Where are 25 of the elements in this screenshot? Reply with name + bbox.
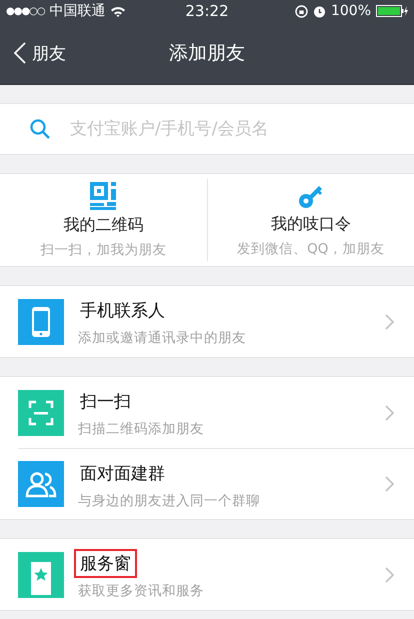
back-button[interactable]: 朋友 xyxy=(0,33,80,73)
search-field[interactable]: 支付宝账户/手机号/会员名 xyxy=(0,103,414,155)
alarm-icon xyxy=(312,4,326,18)
clock: 23:22 xyxy=(185,2,229,20)
signal-strength: ●●●○○ xyxy=(6,6,45,16)
chevron-icon xyxy=(385,314,394,330)
battery-percent: 100% xyxy=(330,3,372,19)
search-input[interactable]: 支付宝账户/手机号/会员名 xyxy=(70,119,388,139)
search-icon xyxy=(30,119,50,139)
carrier-name: 中国联通 xyxy=(50,2,106,20)
menu-item[interactable]: 扫一扫 扫描二维码添加朋友 xyxy=(0,377,414,448)
chevron-icon xyxy=(385,404,394,420)
rotation-lock-icon xyxy=(294,4,308,18)
page-title: 添加朋友 xyxy=(169,41,245,66)
chevron-icon xyxy=(385,566,394,582)
shortcut-button[interactable]: 我的二维码 扫一扫，加我为朋友 xyxy=(0,174,206,266)
menu-item[interactable]: 服务窗 获取更多资讯和服务 xyxy=(0,539,414,610)
back-chevron-icon xyxy=(14,42,26,64)
menu-item[interactable]: 面对面建群 与身边的朋友进入同一个群聊 xyxy=(18,448,414,519)
shortcut-button[interactable]: 我的吱口令 发到微信、QQ，加朋友 xyxy=(206,179,414,261)
chevron-icon xyxy=(385,476,394,492)
battery-charging-icon xyxy=(376,5,408,17)
qr-code-icon xyxy=(90,182,116,210)
wifi-icon xyxy=(110,6,125,16)
menu-item[interactable]: 手机联系人 添加或邀请通讯录中的朋友 xyxy=(0,286,414,357)
